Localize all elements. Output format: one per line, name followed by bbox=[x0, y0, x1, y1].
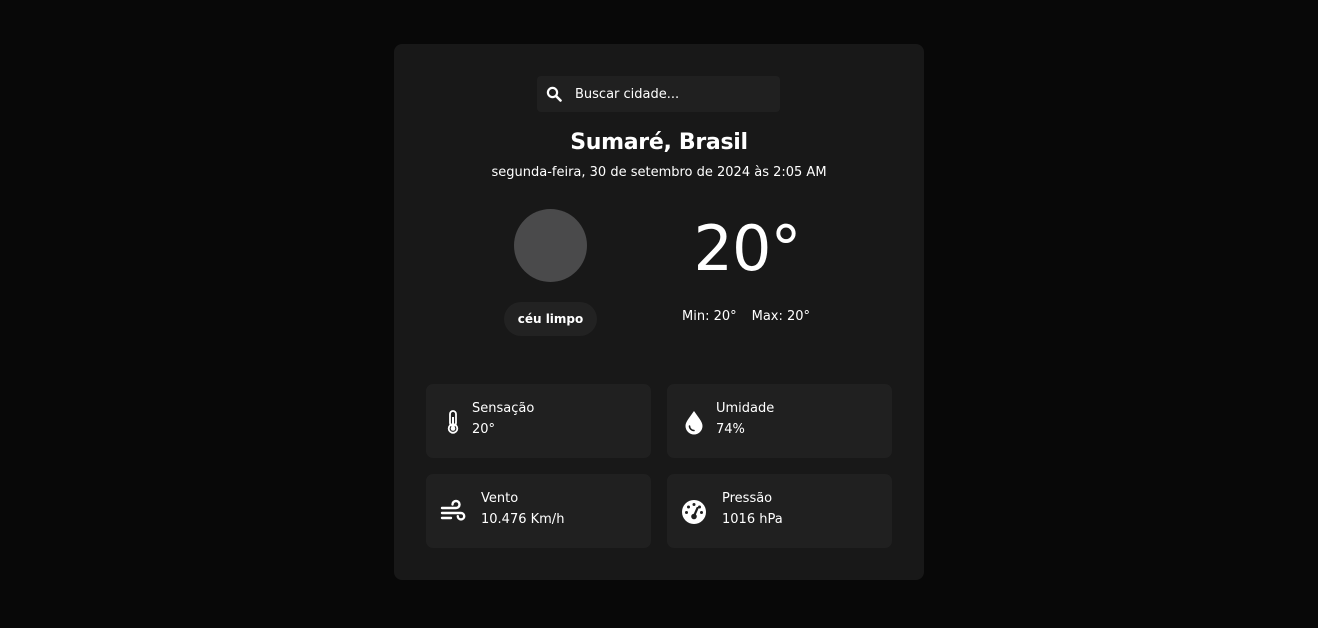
min-temperature: Min: 20° bbox=[682, 309, 737, 324]
feels-like-tile: Sensação 20° bbox=[426, 384, 651, 458]
feels-like-value: 20° bbox=[472, 422, 496, 437]
wind-icon bbox=[440, 499, 466, 521]
pressure-tile: Pressão 1016 hPa bbox=[667, 474, 892, 548]
wind-label: Vento bbox=[481, 491, 519, 506]
search-input[interactable] bbox=[575, 86, 765, 102]
current-temperature: 20° bbox=[693, 212, 802, 285]
humidity-value: 74% bbox=[716, 422, 745, 437]
pressure-value: 1016 hPa bbox=[722, 512, 783, 527]
humidity-tile: Umidade 74% bbox=[667, 384, 892, 458]
date-time: segunda-feira, 30 de setembro de 2024 às… bbox=[491, 165, 827, 180]
thermometer-icon bbox=[447, 410, 459, 434]
max-temperature: Max: 20° bbox=[751, 309, 811, 324]
weather-icon-placeholder bbox=[514, 209, 587, 282]
water-drop-icon bbox=[685, 411, 703, 435]
weather-card: Sumaré, Brasil segunda-feira, 30 de sete… bbox=[394, 44, 924, 580]
wind-value: 10.476 Km/h bbox=[481, 512, 565, 527]
weather-description-badge: céu limpo bbox=[504, 302, 597, 336]
search-icon[interactable] bbox=[546, 86, 562, 102]
feels-like-label: Sensação bbox=[472, 401, 535, 416]
humidity-label: Umidade bbox=[716, 401, 775, 416]
wind-tile: Vento 10.476 Km/h bbox=[426, 474, 651, 548]
pressure-label: Pressão bbox=[722, 491, 773, 506]
city-title: Sumaré, Brasil bbox=[570, 130, 748, 155]
search-bar[interactable] bbox=[537, 76, 780, 112]
min-max-temperature: Min: 20° Max: 20° bbox=[682, 309, 810, 324]
gauge-icon bbox=[682, 500, 706, 524]
